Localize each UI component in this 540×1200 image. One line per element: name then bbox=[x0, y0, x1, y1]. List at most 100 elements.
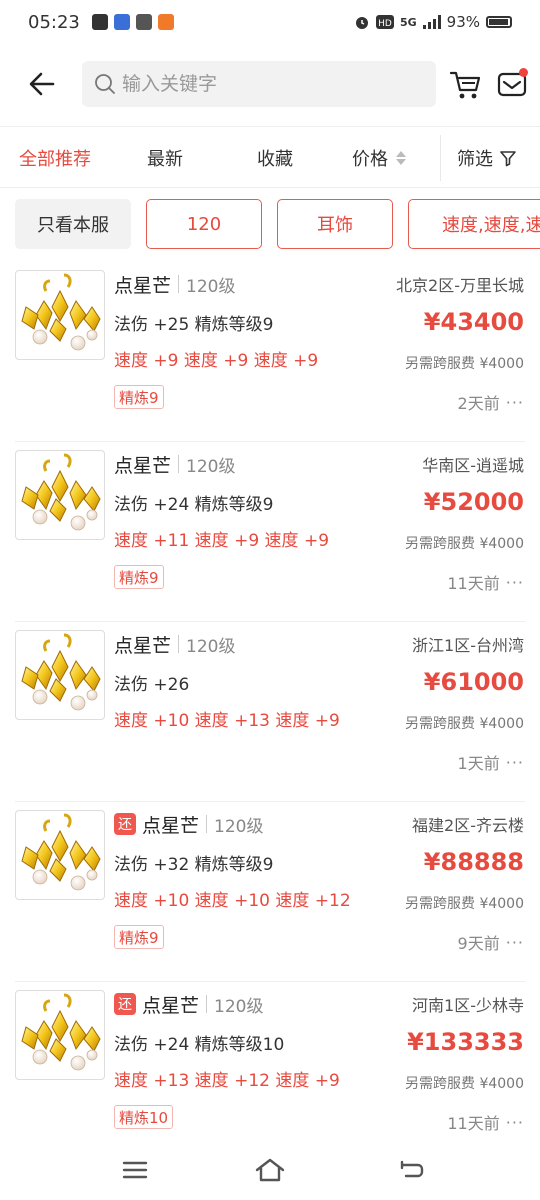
tab-filter[interactable]: 筛选 bbox=[457, 127, 517, 189]
shop-notification-icon bbox=[157, 14, 174, 30]
more-options-icon[interactable]: ··· bbox=[506, 573, 524, 592]
unread-badge bbox=[519, 68, 528, 77]
item-name: 点星芒 bbox=[142, 994, 200, 1017]
tab-all-recommended[interactable]: 全部推荐 bbox=[19, 127, 91, 189]
item-attributes: 法伤 +25 精炼等级9 bbox=[114, 315, 274, 335]
level-separator bbox=[178, 455, 180, 473]
listed-time: 11天前 bbox=[447, 1114, 500, 1133]
cross-server-fee: 另需跨服费 ¥4000 bbox=[405, 1076, 524, 1092]
home-button[interactable] bbox=[250, 1152, 290, 1188]
returned-tag: 还 bbox=[114, 813, 136, 835]
menu-button[interactable] bbox=[115, 1152, 155, 1188]
mail-button[interactable] bbox=[492, 62, 532, 106]
level-separator bbox=[178, 635, 180, 653]
listed-time: 2天前 bbox=[457, 394, 500, 413]
list-item[interactable]: 点星芒 120级 北京2区-万里长城 法伤 +25 精炼等级9 速度 +9 速度… bbox=[0, 262, 540, 442]
svg-text:HD: HD bbox=[378, 19, 392, 29]
more-options-icon[interactable]: ··· bbox=[506, 933, 524, 952]
earring-image bbox=[15, 270, 105, 360]
item-name: 点星芒 bbox=[114, 634, 172, 657]
more-options-icon[interactable]: ··· bbox=[506, 393, 524, 412]
cross-server-fee: 另需跨服费 ¥4000 bbox=[405, 896, 524, 912]
item-attributes: 法伤 +24 精炼等级9 bbox=[114, 495, 274, 515]
signal-icon bbox=[422, 15, 441, 29]
level-separator bbox=[178, 275, 180, 293]
refine-tag: 精炼9 bbox=[114, 385, 164, 409]
sort-bar: 全部推荐 最新 收藏 价格 筛选 bbox=[0, 126, 540, 188]
alarm-icon bbox=[355, 17, 368, 29]
message-notification-icon bbox=[135, 14, 152, 30]
listed-time: 11天前 bbox=[447, 574, 500, 593]
notification-icons bbox=[91, 14, 174, 30]
item-speed-stats: 速度 +11 速度 +9 速度 +9 bbox=[114, 531, 330, 551]
item-price: ¥52000 bbox=[423, 488, 524, 516]
back-button[interactable] bbox=[20, 62, 64, 106]
battery-icon bbox=[486, 16, 512, 28]
system-nav-bar bbox=[0, 1140, 540, 1200]
tab-price[interactable]: 价格 bbox=[352, 127, 406, 189]
level-separator bbox=[206, 815, 208, 833]
chip-this-server-only[interactable]: 只看本服 bbox=[15, 199, 131, 249]
cart-button[interactable] bbox=[446, 62, 486, 106]
refine-tag: 精炼10 bbox=[114, 1105, 174, 1129]
item-server: 河南1区-少林寺 bbox=[412, 996, 524, 1015]
game-notification-icon bbox=[113, 14, 130, 30]
tab-latest[interactable]: 最新 bbox=[147, 127, 183, 189]
item-server: 福建2区-齐云楼 bbox=[412, 816, 524, 835]
home-icon bbox=[255, 1158, 285, 1182]
item-speed-stats: 速度 +9 速度 +9 速度 +9 bbox=[114, 351, 319, 371]
item-price: ¥88888 bbox=[423, 848, 524, 876]
filter-chips: 只看本服 120 耳饰 速度,速度,速度 bbox=[0, 188, 540, 260]
earring-image bbox=[15, 990, 105, 1080]
cross-server-fee: 另需跨服费 ¥4000 bbox=[405, 356, 524, 372]
search-input[interactable] bbox=[122, 73, 422, 95]
item-name: 点星芒 bbox=[114, 454, 172, 477]
item-list: 点星芒 120级 北京2区-万里长城 法伤 +25 精炼等级9 速度 +9 速度… bbox=[0, 262, 540, 1140]
item-speed-stats: 速度 +10 速度 +10 速度 +12 bbox=[114, 891, 351, 911]
chip-earring[interactable]: 耳饰 bbox=[277, 199, 393, 249]
item-attributes: 法伤 +24 精炼等级10 bbox=[114, 1035, 285, 1055]
item-level: 120级 bbox=[186, 276, 236, 297]
battery-percent: 93% bbox=[446, 13, 480, 31]
search-box[interactable] bbox=[82, 61, 436, 107]
item-attributes: 法伤 +32 精炼等级9 bbox=[114, 855, 274, 875]
listed-time: 1天前 bbox=[457, 754, 500, 773]
list-item[interactable]: 点星芒 120级 华南区-逍遥城 法伤 +24 精炼等级9 速度 +11 速度 … bbox=[0, 442, 540, 622]
item-level: 120级 bbox=[186, 456, 236, 477]
status-bar: 05:23 HD 5G 93% bbox=[0, 0, 540, 44]
list-item[interactable]: 还 点星芒 120级 福建2区-齐云楼 法伤 +32 精炼等级9 速度 +10 … bbox=[0, 802, 540, 982]
earring-image bbox=[15, 630, 105, 720]
returned-tag: 还 bbox=[114, 993, 136, 1015]
cross-server-fee: 另需跨服费 ¥4000 bbox=[405, 536, 524, 552]
hd-icon: HD bbox=[375, 15, 394, 29]
system-back-button[interactable] bbox=[392, 1152, 432, 1188]
app-notification-icon bbox=[91, 14, 108, 30]
network-type: 5G bbox=[399, 15, 417, 29]
chip-speed-attrs[interactable]: 速度,速度,速度 bbox=[408, 199, 540, 249]
item-speed-stats: 速度 +13 速度 +12 速度 +9 bbox=[114, 1071, 340, 1091]
sort-divider bbox=[440, 135, 441, 181]
item-server: 华南区-逍遥城 bbox=[422, 456, 524, 475]
item-attributes: 法伤 +26 bbox=[114, 675, 190, 695]
cart-icon bbox=[449, 71, 481, 99]
item-price: ¥133333 bbox=[407, 1028, 524, 1056]
list-item[interactable]: 还 点星芒 120级 河南1区-少林寺 法伤 +24 精炼等级10 速度 +13… bbox=[0, 982, 540, 1140]
more-options-icon[interactable]: ··· bbox=[506, 1113, 524, 1132]
listed-time: 9天前 bbox=[457, 934, 500, 953]
search-icon bbox=[95, 74, 115, 94]
item-name: 点星芒 bbox=[114, 274, 172, 297]
menu-icon bbox=[122, 1161, 148, 1179]
more-options-icon[interactable]: ··· bbox=[506, 753, 524, 772]
item-server: 浙江1区-台州湾 bbox=[412, 636, 524, 655]
chip-level-120[interactable]: 120 bbox=[146, 199, 262, 249]
cross-server-fee: 另需跨服费 ¥4000 bbox=[405, 716, 524, 732]
item-server: 北京2区-万里长城 bbox=[396, 276, 524, 295]
tab-favorites[interactable]: 收藏 bbox=[257, 127, 293, 189]
list-item[interactable]: 点星芒 120级 浙江1区-台州湾 法伤 +26 速度 +10 速度 +13 速… bbox=[0, 622, 540, 802]
tab-filter-label: 筛选 bbox=[457, 149, 493, 170]
sort-arrows-icon bbox=[396, 151, 406, 165]
earring-image bbox=[15, 810, 105, 900]
filter-icon bbox=[500, 151, 516, 167]
status-time: 05:23 bbox=[28, 11, 80, 33]
item-level: 120级 bbox=[186, 636, 236, 657]
